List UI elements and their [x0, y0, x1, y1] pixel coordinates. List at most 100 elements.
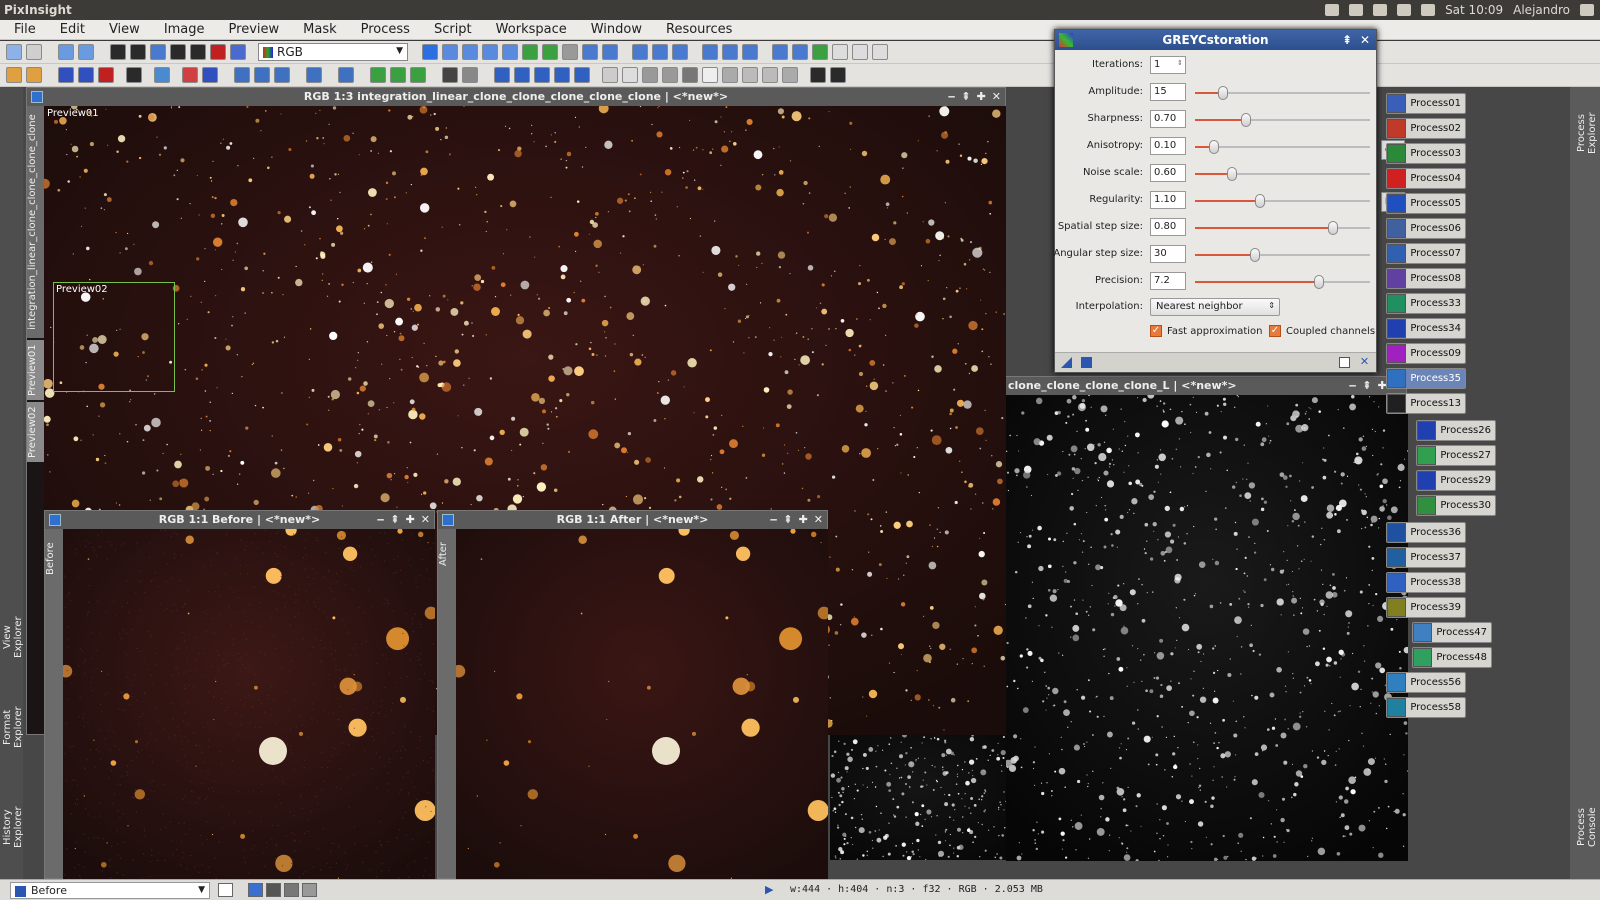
luminance-window-title-bar[interactable]: clone_clone_clone_clone_L | <*new*> ‒ ⇞ …	[1006, 377, 1406, 395]
process-icon-process47[interactable]: Process47	[1412, 622, 1492, 643]
interpolation-select[interactable]: Nearest neighbor ⇕	[1150, 298, 1280, 316]
pin-icon[interactable]	[6, 67, 22, 83]
zoom-out-mode-icon[interactable]	[482, 44, 498, 60]
gray-4-icon[interactable]	[722, 67, 738, 83]
gray-1-icon[interactable]	[642, 67, 658, 83]
slider-thumb[interactable]	[1328, 221, 1339, 235]
before-view-tab[interactable]: Before	[45, 529, 63, 589]
rotate-90-icon[interactable]	[494, 67, 510, 83]
resample-icon[interactable]	[254, 67, 270, 83]
integer-resample-icon[interactable]	[274, 67, 290, 83]
pointer-icon[interactable]	[562, 44, 578, 60]
noise-scale-input[interactable]: 0.60	[1150, 164, 1186, 182]
redo-icon[interactable]	[26, 44, 42, 60]
before-image[interactable]	[63, 529, 435, 879]
open-icon[interactable]	[58, 44, 74, 60]
noise-scale-slider[interactable]	[1195, 167, 1370, 181]
display-mode-4-icon[interactable]	[302, 883, 317, 897]
rgb-channel-icon[interactable]	[170, 44, 186, 60]
mask-invert-icon[interactable]	[78, 67, 94, 83]
process-icon-process05[interactable]: Process05	[1386, 193, 1466, 214]
readout-mode-icon[interactable]	[502, 44, 518, 60]
process-icon-process56[interactable]: Process56	[1386, 672, 1466, 693]
clock[interactable]: Sat 10:09	[1445, 3, 1503, 17]
main-window-title-bar[interactable]: RGB 1:3 integration_linear_clone_clone_c…	[27, 88, 1005, 106]
sharpness-input[interactable]: 0.70	[1150, 110, 1186, 128]
window-3-icon[interactable]	[872, 44, 888, 60]
gray-2-icon[interactable]	[662, 67, 678, 83]
mask-enable-icon[interactable]	[98, 67, 114, 83]
process-icon-process29[interactable]: Process29	[1416, 470, 1496, 491]
process-icon-process39[interactable]: Process39	[1386, 597, 1466, 618]
stf-icon[interactable]	[190, 44, 206, 60]
after-view-tab[interactable]: After	[438, 529, 456, 579]
tile-vertical-icon[interactable]	[792, 44, 808, 60]
slider-thumb[interactable]	[1226, 167, 1237, 181]
process-icon-process09[interactable]: Process09	[1386, 343, 1466, 364]
volume-icon[interactable]	[1421, 4, 1436, 16]
before-window-title-bar[interactable]: RGB 1:1 Before | <*new*> ‒ ⇞ ✚ ✕	[45, 511, 434, 529]
display-mode-3-icon[interactable]	[284, 883, 299, 897]
screen-transfer-icon[interactable]	[154, 67, 170, 83]
shade-icon[interactable]: ⇞	[390, 511, 399, 529]
process-icon-process01[interactable]: Process01	[1386, 93, 1466, 114]
gear-icon[interactable]	[1580, 4, 1594, 16]
zoom-in-icon[interactable]	[582, 44, 598, 60]
rotate-270-icon[interactable]	[534, 67, 550, 83]
process-icon-process38[interactable]: Process38	[1386, 572, 1466, 593]
channel-select[interactable]: RGB ▼	[258, 43, 408, 61]
preview-clone-icon[interactable]	[810, 67, 826, 83]
minimize-icon[interactable]: ‒	[377, 511, 385, 529]
mask-show-icon[interactable]	[58, 67, 74, 83]
process-icon-process36[interactable]: Process36	[1386, 522, 1466, 543]
minimize-icon[interactable]: ‒	[948, 88, 956, 106]
gray-6-icon[interactable]	[762, 67, 778, 83]
new-image-icon[interactable]	[110, 44, 126, 60]
preview-mode-icon[interactable]	[218, 883, 233, 897]
preview02-tab[interactable]: Preview02	[27, 402, 44, 462]
flip-icon[interactable]	[338, 67, 354, 83]
coupled-channels-checkbox[interactable]: ✓ Coupled channels	[1269, 325, 1375, 337]
slider-thumb[interactable]	[1218, 86, 1228, 100]
after-window-title-bar[interactable]: RGB 1:1 After | <*new*> ‒ ⇞ ✚ ✕	[438, 511, 827, 529]
process-console-tab[interactable]: Process Console	[1576, 787, 1598, 867]
multiply-icon[interactable]	[410, 67, 426, 83]
mask-red-icon[interactable]	[126, 67, 142, 83]
slider-thumb[interactable]	[1314, 275, 1325, 289]
sharpness-slider[interactable]	[1195, 113, 1370, 127]
apply-global-icon[interactable]	[1081, 357, 1092, 368]
minimize-icon[interactable]: ‒	[1349, 377, 1357, 395]
clone-icon[interactable]	[182, 67, 198, 83]
tile-icon[interactable]	[772, 44, 788, 60]
format-explorer-tab[interactable]: Format Explorer	[2, 687, 24, 767]
dialog-title-bar[interactable]: GREYCstoration ⇞ ✕	[1055, 30, 1376, 50]
subtract-icon[interactable]	[390, 67, 406, 83]
precision-slider[interactable]	[1195, 275, 1370, 289]
undo-icon[interactable]	[6, 44, 22, 60]
before-image-window[interactable]: RGB 1:1 Before | <*new*> ‒ ⇞ ✚ ✕ Before	[44, 510, 435, 879]
luminance-image[interactable]	[1006, 395, 1408, 861]
fit-window-icon[interactable]	[722, 44, 738, 60]
add-icon[interactable]	[370, 67, 386, 83]
main-view-tab[interactable]: integration_linear_clone_clone_clone_clo…	[27, 106, 44, 338]
process-icon-process04[interactable]: Process04	[1386, 168, 1466, 189]
close-icon[interactable]: ✕	[814, 511, 823, 529]
duplicate-icon[interactable]	[130, 44, 146, 60]
spatial-step-size-input[interactable]: 0.80	[1150, 218, 1186, 236]
white-icon[interactable]	[702, 67, 718, 83]
process-icon-process37[interactable]: Process37	[1386, 547, 1466, 568]
extract-icon[interactable]	[202, 67, 218, 83]
slider-thumb[interactable]	[1240, 113, 1251, 127]
invert-icon[interactable]	[442, 67, 458, 83]
new-preview-icon[interactable]	[522, 44, 538, 60]
user-name[interactable]: Alejandro	[1513, 3, 1570, 17]
preview-merge-icon[interactable]	[830, 67, 846, 83]
process-icon-process30[interactable]: Process30	[1416, 495, 1496, 516]
regularity-slider[interactable]	[1195, 194, 1370, 208]
shade-icon[interactable]: ⇞	[783, 511, 792, 529]
fast-approx-checkbox[interactable]: ✓ Fast approximation	[1150, 325, 1263, 337]
zoom-1-2-icon[interactable]	[652, 44, 668, 60]
shade-icon[interactable]: ⇞	[1342, 30, 1352, 50]
menu-window[interactable]: Window	[577, 22, 652, 37]
window-icon[interactable]	[832, 44, 848, 60]
